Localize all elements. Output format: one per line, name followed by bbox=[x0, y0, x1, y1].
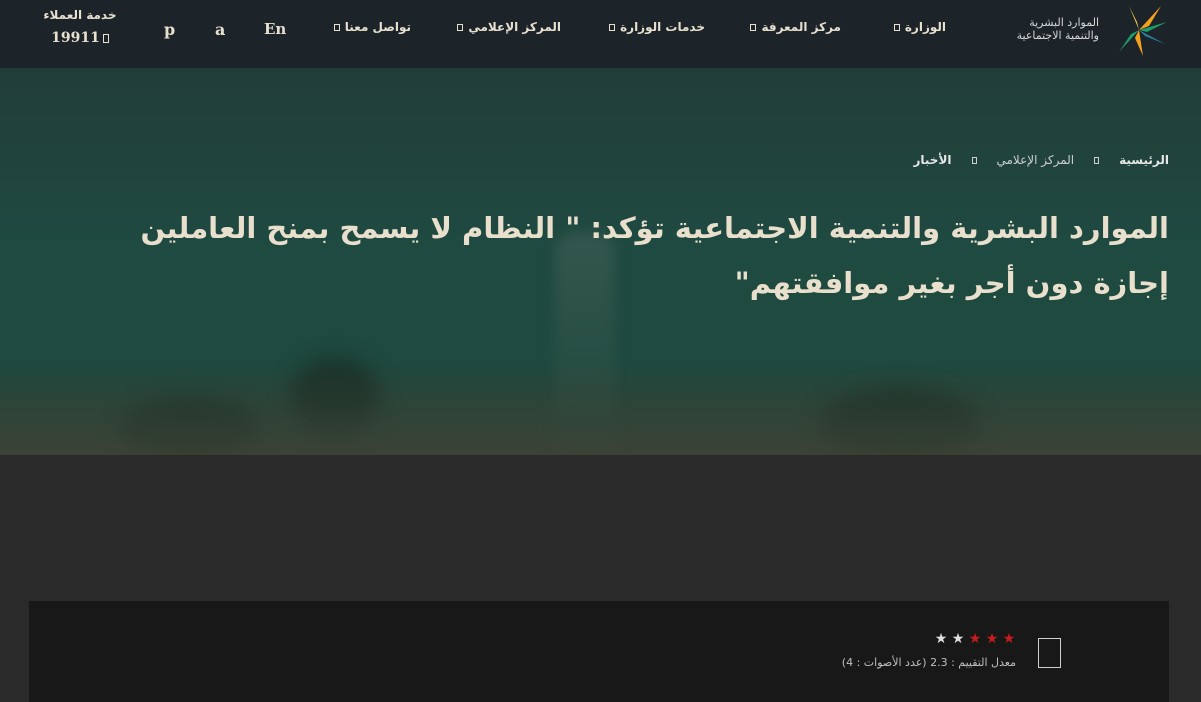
customer-service-hotline[interactable]: خدمة العملاء 19911 bbox=[30, 8, 130, 46]
nav-ministry-services-label: خدمات الوزارة bbox=[620, 20, 705, 34]
nav-knowledge-center-label: مركز المعرفة bbox=[761, 20, 841, 34]
star-filled-icon[interactable]: ★ bbox=[966, 631, 983, 647]
logo-text: الموارد البشرية والتنمية الاجتماعية bbox=[1017, 16, 1099, 42]
ministry-logo[interactable]: الموارد البشرية والتنمية الاجتماعية bbox=[999, 2, 1169, 58]
breadcrumb-home[interactable]: الرئيسية bbox=[1119, 153, 1169, 167]
rating-icon bbox=[1038, 638, 1061, 668]
nav-media-center-label: المركز الإعلامي bbox=[468, 20, 561, 34]
breadcrumb-separator-icon bbox=[971, 157, 977, 164]
star-empty-icon[interactable]: ★ bbox=[949, 631, 966, 647]
nav-ministry-label: الوزارة bbox=[904, 20, 946, 34]
breadcrumb: الرئيسية المركز الإعلامي الأخبار bbox=[913, 153, 1169, 167]
star-filled-icon[interactable]: ★ bbox=[983, 631, 1000, 647]
hotline-number: 19911 bbox=[51, 30, 100, 46]
breadcrumb-separator-icon bbox=[1094, 157, 1100, 164]
nav-knowledge-center[interactable]: مركز المعرفة bbox=[750, 20, 841, 40]
article-title: الموارد البشرية والتنمية الاجتماعية تؤكد… bbox=[140, 211, 1169, 300]
nav-contact-us-label: تواصل معنا bbox=[344, 20, 411, 34]
nav-media-center[interactable]: المركز الإعلامي bbox=[457, 20, 561, 40]
hotline-number-row: 19911 bbox=[30, 30, 130, 46]
hotline-label: خدمة العملاء bbox=[43, 8, 117, 22]
background-ground bbox=[0, 365, 1201, 455]
dropdown-icon bbox=[333, 24, 340, 31]
logo-line-1: الموارد البشرية bbox=[1029, 16, 1099, 29]
dropdown-icon bbox=[609, 24, 616, 31]
star-filled-icon[interactable]: ★ bbox=[1000, 631, 1017, 647]
nav-contact-us[interactable]: تواصل معنا bbox=[333, 20, 411, 40]
rating-summary: معدل التقييم : 2.3 (عدد الأصوات : 4) bbox=[841, 656, 1016, 669]
dropdown-icon bbox=[457, 24, 464, 31]
hero-banner: الرئيسية المركز الإعلامي الأخبار الموارد ا… bbox=[0, 68, 1201, 455]
print-button[interactable]: p bbox=[164, 20, 175, 39]
phone-icon bbox=[102, 33, 109, 43]
breadcrumb-media-center[interactable]: المركز الإعلامي bbox=[997, 153, 1075, 167]
top-header: الموارد البشرية والتنمية الاجتماعية الوز… bbox=[0, 0, 1201, 68]
language-english-button[interactable]: En bbox=[264, 20, 286, 38]
dropdown-icon bbox=[893, 24, 900, 31]
logo-line-2: والتنمية الاجتماعية bbox=[1016, 29, 1099, 42]
ministry-emblem-icon bbox=[1115, 6, 1167, 56]
breadcrumb-current: الأخبار bbox=[913, 153, 952, 167]
font-size-button[interactable]: a bbox=[215, 20, 225, 39]
dropdown-icon bbox=[750, 24, 757, 31]
nav-ministry[interactable]: الوزارة bbox=[893, 20, 946, 40]
rating-stars[interactable]: ★ ★ ★ ★ ★ bbox=[932, 631, 1017, 647]
star-empty-icon[interactable]: ★ bbox=[932, 631, 949, 647]
rating-card: ★ ★ ★ ★ ★ معدل التقييم : 2.3 (عدد الأصوات : … bbox=[29, 601, 1169, 702]
nav-ministry-services[interactable]: خدمات الوزارة bbox=[609, 20, 705, 40]
